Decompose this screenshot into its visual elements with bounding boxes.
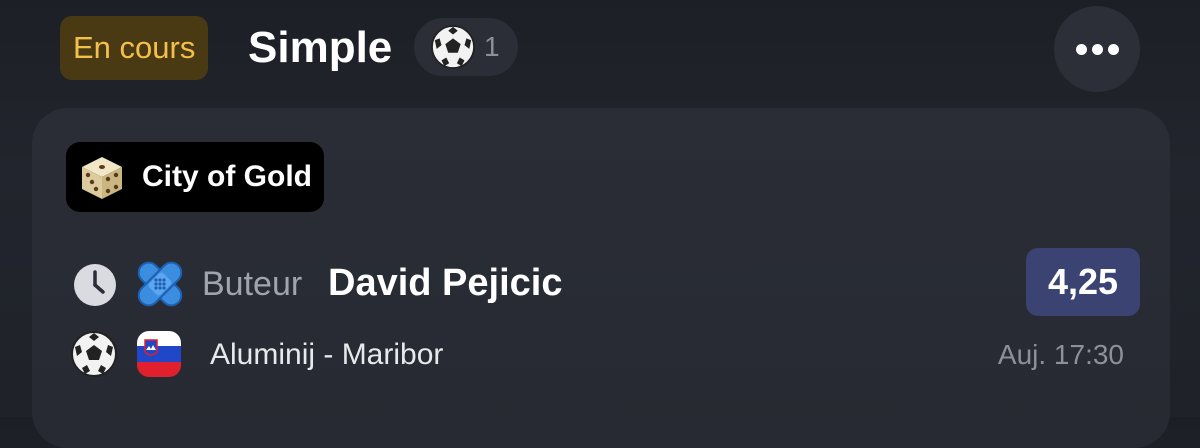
soccer-ball-icon [71,331,117,377]
bandage-icon [137,261,183,307]
selection-count: 1 [484,31,500,62]
event-chip-label: City of Gold [142,160,312,193]
match-time: Auj. 17:30 [997,339,1124,370]
sport-count-chip: 1 [414,18,518,76]
selection-row[interactable]: Buteur David Pejicic 4,25 [32,248,1170,320]
event-chip[interactable]: City of Gold [66,142,324,212]
more-dot [1108,44,1119,55]
soccer-ball-icon [430,24,476,70]
more-horizontal-icon [1076,44,1087,55]
bet-type-title: Simple [248,23,393,72]
dice-icon [82,157,122,199]
odds-button[interactable]: 4,25 [1026,248,1140,316]
market-label: Buteur [202,265,303,303]
match-row[interactable]: Aluminij - Maribor Auj. 17:30 [32,330,1170,380]
bet-card[interactable]: City of Gold Buteur David Pejicic 4,25 A… [32,108,1170,448]
status-badge: En cours [60,16,209,80]
match-name[interactable]: Aluminij - Maribor [210,334,443,376]
selection-name: David Pejicic [328,262,563,304]
bet-header: En cours Simple 1 [0,0,1200,100]
clock-icon [74,264,116,306]
more-dot [1092,44,1103,55]
slovenia-flag-icon [137,331,181,377]
more-options-button[interactable] [1054,6,1140,92]
